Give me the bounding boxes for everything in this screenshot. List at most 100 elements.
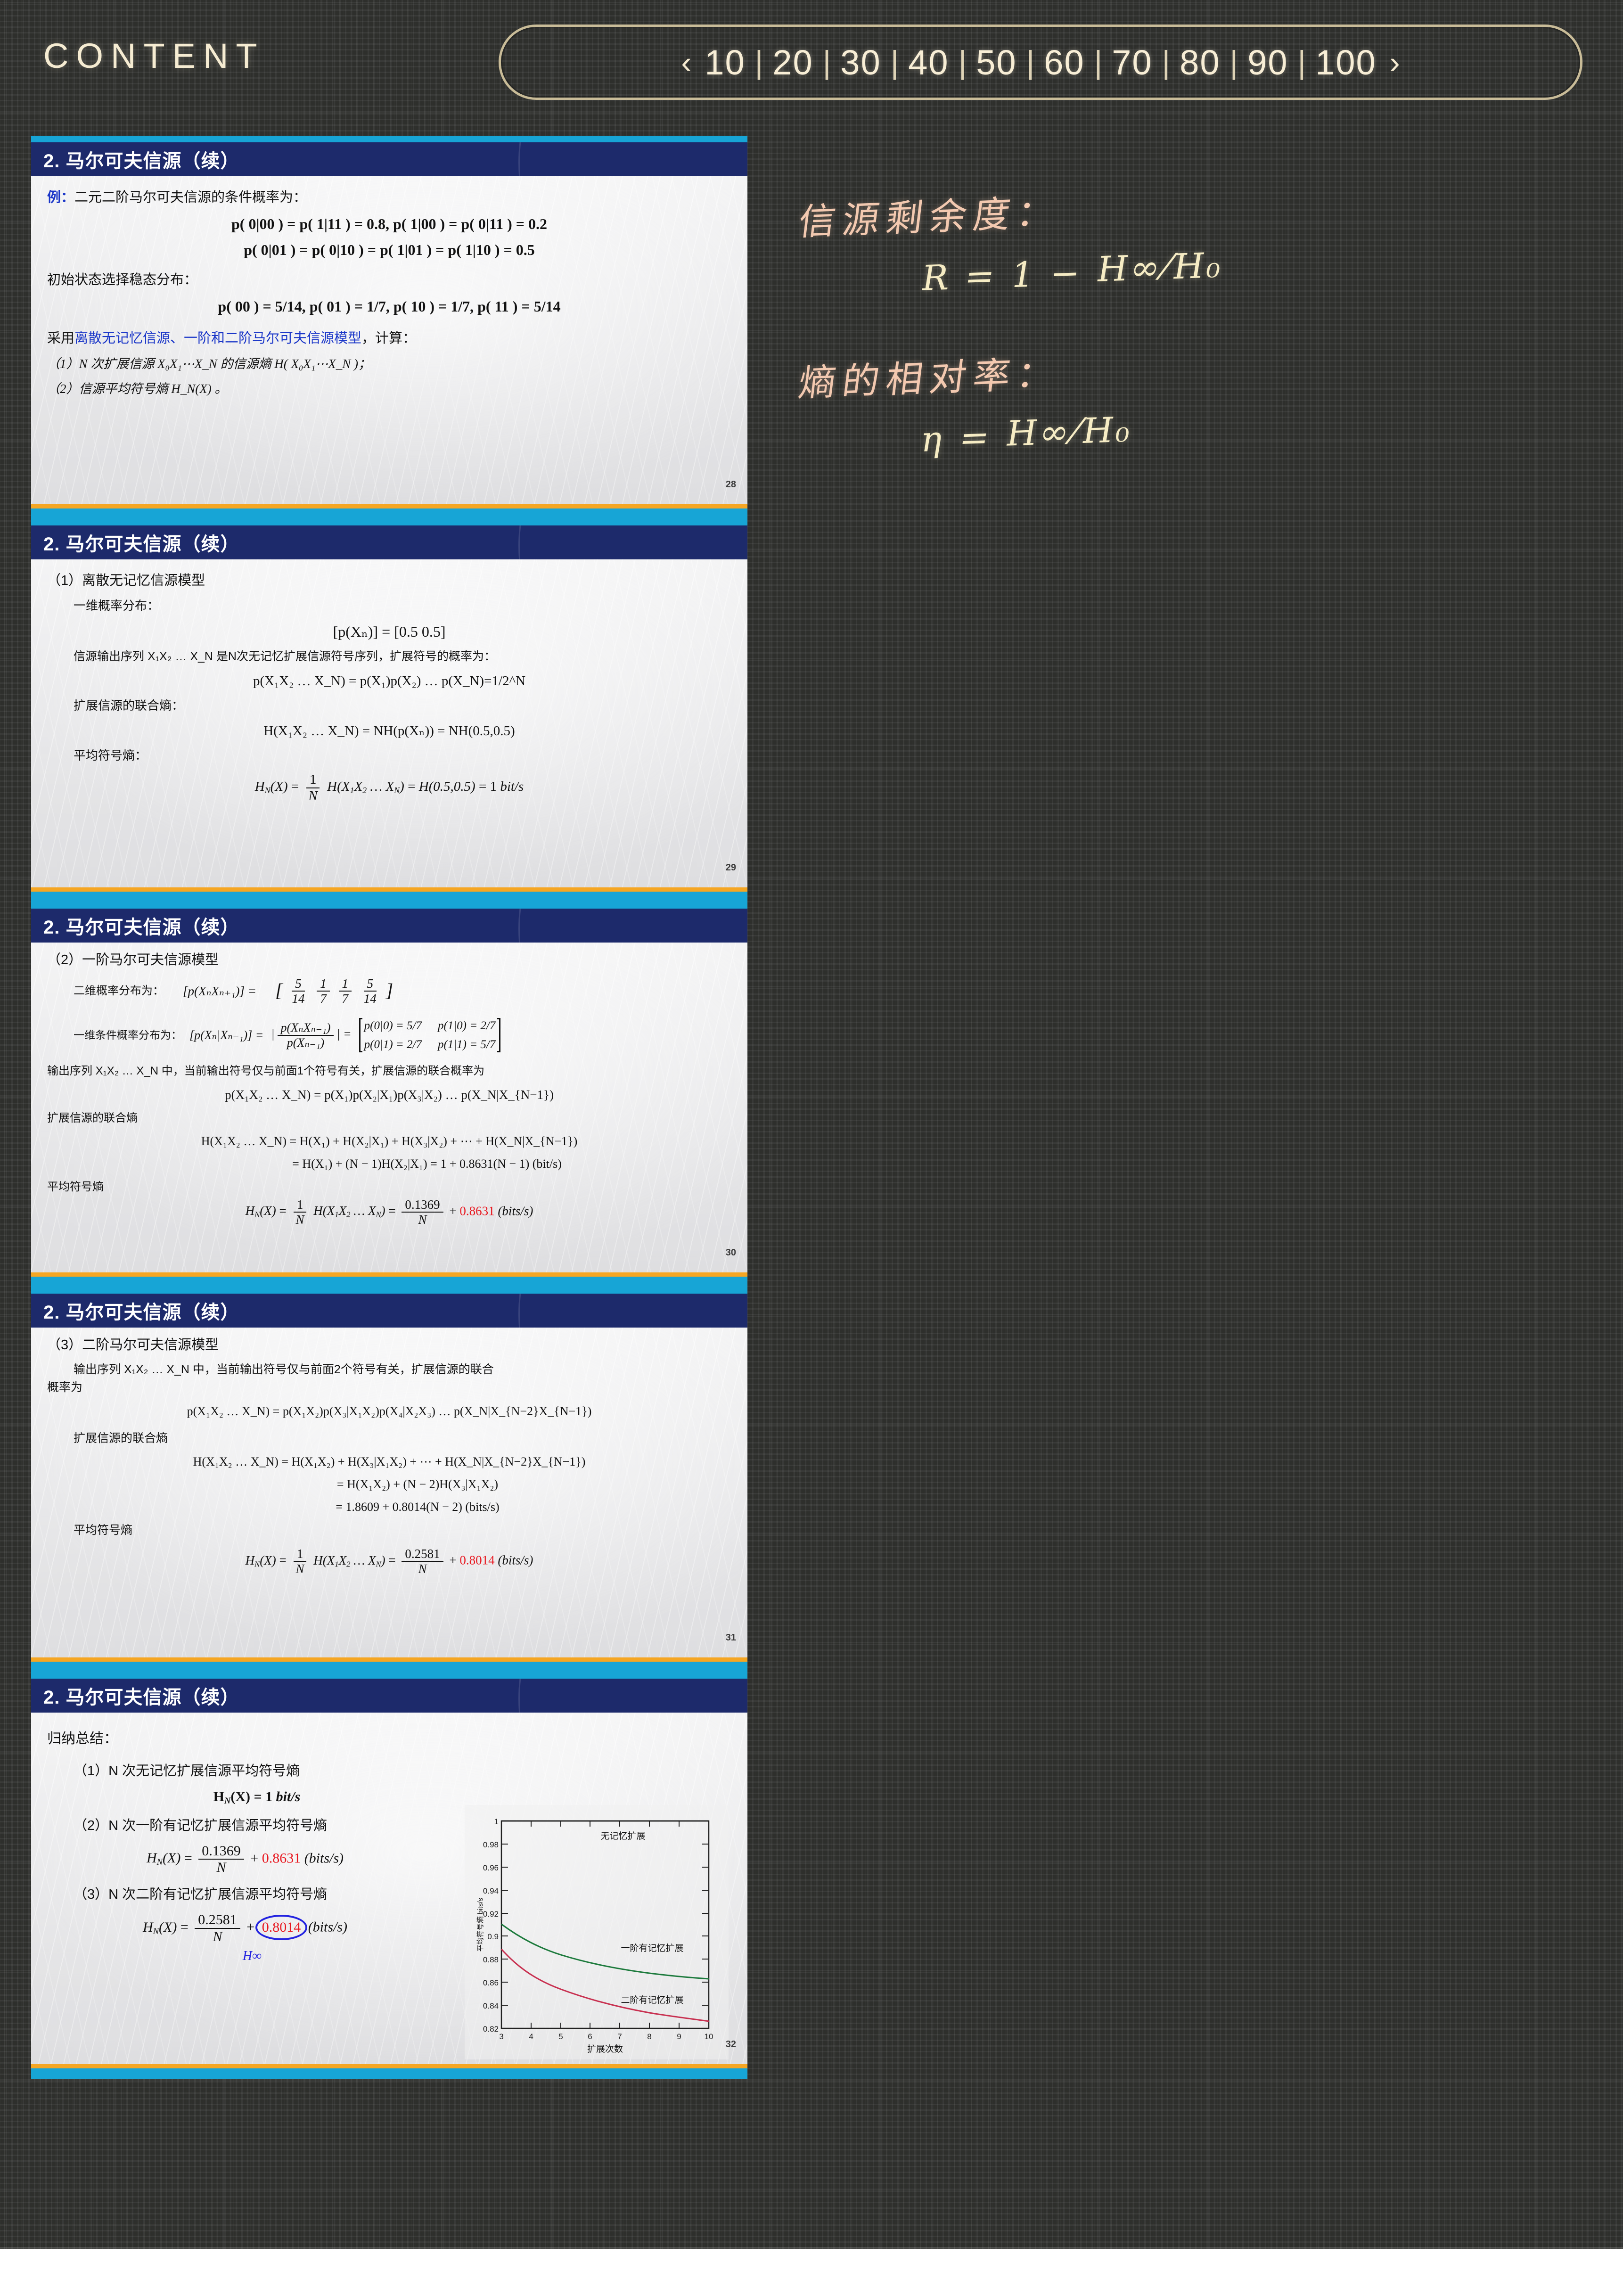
slide32-hinf-annotation-wrap: H∞ <box>47 1949 438 1964</box>
slide-body: （1）离散无记忆信源模型 一维概率分布： [p(Xₙ)] = [0.5 0.5]… <box>31 559 747 887</box>
steady-state-label: 初始状态选择稳态分布： <box>47 272 198 288</box>
slide32-eq2-num: 0.1369 <box>198 1844 244 1860</box>
note-eq1-den: H₀ <box>1170 245 1227 287</box>
slide-32[interactable]: 2. 马尔可夫信源（续） 归纳总结： （1）N 次无记忆扩展信源平均符号熵 HN… <box>31 1672 747 2079</box>
entropy-chart-svg: 0.82 0.84 0.86 0.88 0.9 0.92 0.94 0.96 0… <box>465 1805 729 2059</box>
pager-page-10[interactable]: 10 <box>702 42 748 82</box>
slide-footer-cyan <box>31 2068 747 2079</box>
pager-page-70[interactable]: 70 <box>1109 42 1155 82</box>
pager-page-20[interactable]: 20 <box>770 42 816 82</box>
note-equation-relative-rate: η = H∞⁄H₀ <box>918 409 1136 460</box>
slide31-equation-5: HN(X) = 1N H(X1X2 … XN) = 0.2581 N + 0.8… <box>245 1547 533 1576</box>
pager-page-80[interactable]: 80 <box>1177 42 1223 82</box>
matrix-cell-00: p(0|0) = 5/7 <box>364 1019 422 1032</box>
chevron-right-icon[interactable]: › <box>1379 44 1410 80</box>
slide-29[interactable]: 2. 马尔可夫信源（续） （1）离散无记忆信源模型 一维概率分布： [p(Xₙ)… <box>31 519 747 902</box>
slide-page-number: 29 <box>725 862 736 873</box>
ytick-6: 0.94 <box>483 1886 499 1895</box>
slide-30[interactable]: 2. 马尔可夫信源（续） （2）一阶马尔可夫信源模型 二维概率分布为： [p(X… <box>31 902 747 1287</box>
slide-body: （3）二阶马尔可夫信源模型 输出序列 X₁X₂ … X_N 中，当前输出符号仅与… <box>31 1328 747 1657</box>
slide-top-accent <box>31 519 747 525</box>
slide30-equation-5: = H(X₁) + (N − 1)H(X₂|X₁) = 1 + 0.8631(N… <box>292 1157 562 1171</box>
slide31-sub-2: 扩展信源的联合熵 <box>74 1431 168 1445</box>
slide31-equation-4: = 1.8609 + 0.8014(N − 2) (bits/s) <box>336 1500 500 1514</box>
slide31-eq5-den: N <box>418 1562 427 1576</box>
pager-separator: | <box>754 44 763 80</box>
slide31-equation-3: = H(X₁X₂) + (N − 2)H(X₃|X₁X₂) <box>336 1477 499 1492</box>
slide30-eq6-num: 0.1369 <box>402 1197 443 1213</box>
handwritten-notes: 信源剩余度： R = 1 − H∞⁄H₀ 熵的相对率： η = H∞⁄H₀ <box>796 179 1517 501</box>
note-eq1-num: H∞ <box>1094 247 1166 290</box>
pager-page-100[interactable]: 100 <box>1312 42 1379 82</box>
pager-separator: | <box>1297 44 1306 80</box>
ytick-5: 0.92 <box>483 1910 499 1919</box>
slide30-equation-4: H(X₁X₂ … X_N) = H(X₁) + H(X₂|X₁) + H(X₃|… <box>201 1134 578 1148</box>
example-label: 例： <box>47 190 75 205</box>
slide32-item-3: （3）N 次二阶有记忆扩展信源平均符号熵 <box>74 1886 328 1902</box>
slide29-equation-4: HN(X) = 1N H(X1X2 … XN) = H(0.5,0.5) = 1… <box>254 772 524 804</box>
slide31-sub-3: 平均符号熵 <box>74 1524 133 1537</box>
slide32-equation-1: HN(X) = 1 bit/s <box>213 1788 301 1806</box>
slide-title-bar: 2. 马尔可夫信源（续） <box>31 1294 747 1328</box>
slide-body: 例：二元二阶马尔可夫信源的条件概率为： p( 0|00 ) = p( 1|11 … <box>31 176 747 504</box>
slide29-heading: （1）离散无记忆信源模型 <box>47 573 205 588</box>
slide30-sub-1: 二维概率分布为： <box>74 984 164 998</box>
slide-page-number: 28 <box>725 479 736 490</box>
pager-page-50[interactable]: 50 <box>973 42 1019 82</box>
slide30-eq1-lhs: [p(XₙXₙ₊₁)] = <box>183 984 256 999</box>
slide-footer-orange <box>31 1657 747 1662</box>
entropy-chart: 0.82 0.84 0.86 0.88 0.9 0.92 0.94 0.96 0… <box>465 1805 729 2059</box>
slide28-item-1: （1）N 次扩展信源 X₀X₁⋯X_N 的信源熵 H( X₀X₁⋯X_N )； <box>47 357 371 371</box>
slide-top-accent <box>31 902 747 909</box>
slide-title-bar: 2. 马尔可夫信源（续） <box>31 142 747 176</box>
pager-page-30[interactable]: 30 <box>837 42 884 82</box>
matrix-cell-01: p(0|1) = 2/7 <box>364 1038 422 1051</box>
slide30-eq6-plus: + <box>449 1204 457 1218</box>
ytick-9: 1 <box>494 1817 499 1826</box>
xtick-7: 10 <box>705 2032 713 2041</box>
slide-title-bar: 2. 马尔可夫信源（续） <box>31 525 747 559</box>
slide-footer-orange <box>31 2064 747 2068</box>
example-line: 例：二元二阶马尔可夫信源的条件概率为： <box>47 189 731 207</box>
slide28-item-2: （2）信源平均符号熵 H_N(X) 。 <box>47 381 228 396</box>
pager-page-40[interactable]: 40 <box>905 42 951 82</box>
matrix-cell-11: p(1|1) = 5/7 <box>437 1038 496 1051</box>
slide32-eq3-value-circled: 0.8014 <box>255 1914 307 1940</box>
slide30-eq6-value: 0.8631 <box>459 1204 495 1218</box>
slide-28[interactable]: 2. 马尔可夫信源（续） 例：二元二阶马尔可夫信源的条件概率为： p( 0|00… <box>31 136 747 519</box>
slide-top-accent <box>31 1672 747 1679</box>
slide31-equation-1: p(X₁X₂ … X_N) = p(X₁X₂)p(X₃|X₁X₂)p(X₄|X₂… <box>187 1404 592 1418</box>
slide32-eq3-plus: + <box>246 1919 255 1935</box>
slide32-eq2-value: 0.8631 <box>262 1850 301 1866</box>
slide-page-number: 31 <box>725 1632 736 1643</box>
ytick-3: 0.88 <box>483 1955 499 1964</box>
slide-title: 2. 马尔可夫信源（续） <box>43 534 240 555</box>
slide30-eq6-den: N <box>418 1212 427 1227</box>
ytick-1: 0.84 <box>483 2001 499 2010</box>
note-eq2-lhs: η = <box>918 417 995 460</box>
slide30-sub-3: 输出序列 X₁X₂ … X_N 中，当前输出符号仅与前面1个符号有关，扩展信源的… <box>47 1065 485 1078</box>
pager-page-60[interactable]: 60 <box>1041 42 1087 82</box>
slide31-sub-1: 输出序列 X₁X₂ … X_N 中，当前输出符号仅与前面2个符号有关，扩展信源的… <box>74 1363 494 1377</box>
slide28-equation-2: p( 0|01 ) = p( 0|10 ) = p( 1|01 ) = p( 1… <box>244 241 535 259</box>
chevron-left-icon[interactable]: ‹ <box>671 44 702 80</box>
slide29-sub-4: 平均符号熵： <box>74 748 148 763</box>
slide-footer-orange <box>31 1272 747 1277</box>
slide-31[interactable]: 2. 马尔可夫信源（续） （3）二阶马尔可夫信源模型 输出序列 X₁X₂ … X… <box>31 1287 747 1672</box>
slide32-eq2-den: N <box>216 1860 226 1876</box>
slide29-equation-2: p(X₁X₂ … X_N) = p(X₁)p(X₂) … p(X_N)=1/2^… <box>253 673 526 689</box>
slide-title: 2. 马尔可夫信源（续） <box>43 917 240 938</box>
ytick-0: 0.82 <box>483 2025 499 2034</box>
chart-ylabel: 平均符号熵 bits/s <box>476 1898 484 1952</box>
slide30-row-2: 一维条件概率分布为： [p(Xₙ|Xₙ₋₁)] = | p(XₙXₙ₋₁) p(… <box>47 1017 731 1053</box>
slide30-eq6-unit: (bits/s) <box>498 1204 533 1218</box>
slide28-equation-3: p( 00 ) = 5/14, p( 01 ) = 1/7, p( 10 ) =… <box>218 298 561 315</box>
models-post: ，计算： <box>361 331 417 346</box>
pagination-bar[interactable]: ‹ 10 | 20 | 30 | 40 | 50 | 60 | 70 | 80 … <box>499 25 1582 100</box>
ytick-2: 0.86 <box>483 1978 499 1987</box>
note-equation-redundancy: R = 1 − H∞⁄H₀ <box>918 245 1227 299</box>
slide32-eq3-num: 0.2581 <box>195 1912 240 1929</box>
pager-page-90[interactable]: 90 <box>1245 42 1291 82</box>
page-root: CONTENT ‹ 10 | 20 | 30 | 40 | 50 | 60 | … <box>0 0 1623 2296</box>
slide-footer-cyan <box>31 1662 747 1672</box>
